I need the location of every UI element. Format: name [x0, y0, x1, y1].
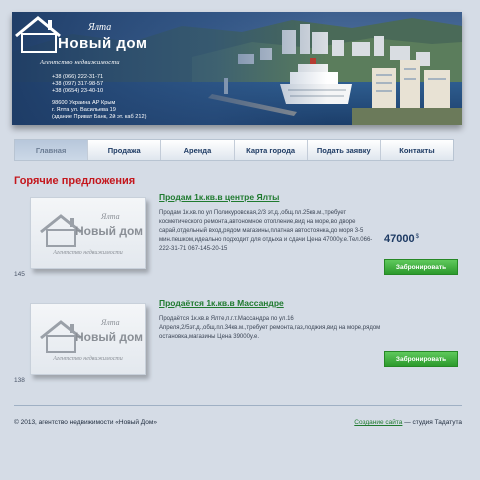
address-line: (здание Приват Банк, 2й эт. каб 212) [52, 114, 147, 120]
address-line: 98600 Украина АР Крым [52, 100, 116, 106]
nav-item-home[interactable]: Главная [15, 140, 89, 160]
thumb-tagline: Агентство недвижимости [53, 356, 123, 362]
thumb-logo-text: Новый дом [75, 330, 143, 344]
address-line: г. Ялта ул. Васильева 19 [52, 107, 116, 113]
listing-title-link[interactable]: Продам 1к.кв.в центре Ялты [159, 192, 279, 202]
nav-item-sale[interactable]: Продажа [88, 140, 162, 160]
main-nav: Главная Продажа Аренда Карта города Пода… [14, 139, 454, 161]
book-button[interactable]: Забронировать [384, 351, 458, 367]
listing-id: 145 [14, 271, 25, 278]
thumb-logo-script: Ялта [101, 212, 120, 221]
site-creation-link[interactable]: Создание сайта [354, 419, 402, 426]
listing-thumbnail[interactable]: Ялта Новый дом Агентство недвижимости [30, 303, 146, 375]
listing-description: Продаётся 1к.кв.в Ялте,п.г.т.Массандра п… [159, 316, 381, 340]
nav-item-submit-request[interactable]: Подать заявку [308, 140, 381, 160]
nav-item-contacts[interactable]: Контакты [381, 140, 453, 160]
listing-title-link[interactable]: Продаётся 1к.кв.в Массандре [159, 298, 284, 308]
thumb-logo-script: Ялта [101, 318, 120, 327]
nav-item-city-map[interactable]: Карта города [235, 140, 308, 160]
footer-credits: Создание сайта — студия Тадатута [354, 419, 462, 426]
thumb-tagline: Агентство недвижимости [53, 250, 123, 256]
phone-number: +38 (0654) 23-40-10 [52, 88, 104, 94]
listing-price: 47000$ [384, 233, 419, 245]
listing-card: Ялта Новый дом Агентство недвижимости 13… [14, 298, 464, 403]
phone-list: +38 (066) 222-31-71 +38 (097) 317-98-57 … [52, 74, 103, 95]
price-value: 47000 [384, 233, 415, 245]
section-title: Горячие предложения [14, 175, 136, 187]
listing-description: Продам 1к.кв.по ул Поликуровская,2/3 эт.… [159, 210, 373, 252]
logo-script: Ялта [88, 22, 112, 33]
listing-card: Ялта Новый дом Агентство недвижимости 14… [14, 192, 464, 297]
logo-text: Новый дом [58, 35, 148, 52]
header-banner: Ялта Новый дом Агентство недвижимости +3… [12, 12, 462, 125]
book-button[interactable]: Забронировать [384, 259, 458, 275]
nav-item-rent[interactable]: Аренда [161, 140, 235, 160]
office-address: 98600 Украина АР Крым г. Ялта ул. Василь… [52, 100, 146, 121]
thumb-logo-text: Новый дом [75, 224, 143, 238]
footer-copyright: © 2013, агентство недвижимости «Новый До… [14, 419, 157, 426]
listing-thumbnail[interactable]: Ялта Новый дом Агентство недвижимости [30, 197, 146, 269]
price-currency: $ [415, 234, 419, 240]
footer-divider [14, 405, 462, 406]
studio-credit: — студия Тадатута [402, 419, 462, 426]
listing-id: 138 [14, 377, 25, 384]
logo-tagline: Агентство недвижимости [40, 59, 120, 66]
phone-number: +38 (097) 317-98-57 [52, 81, 104, 87]
phone-number: +38 (066) 222-31-71 [52, 74, 104, 80]
